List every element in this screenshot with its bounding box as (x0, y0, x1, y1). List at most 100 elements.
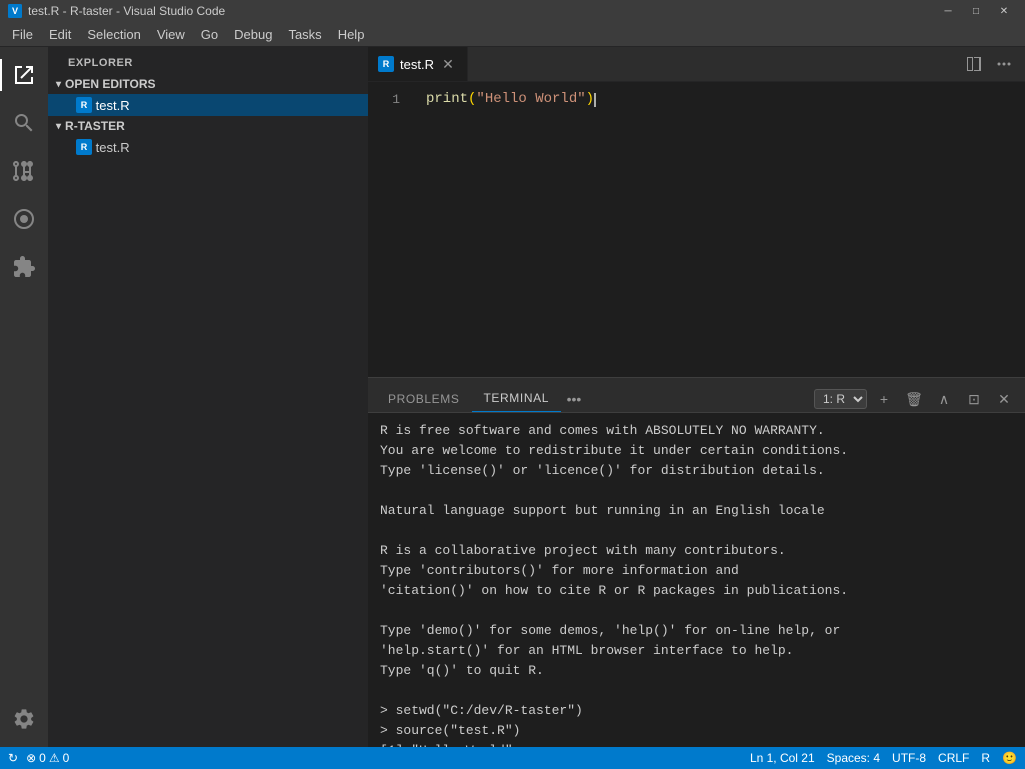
menu-edit[interactable]: Edit (41, 25, 79, 44)
r-taster-section[interactable]: ▾ R-TASTER (48, 116, 368, 136)
terminal-line: Type 'q()' to quit R. (380, 661, 1013, 681)
panel-tabs: PROBLEMS TERMINAL ••• 1: R + 🗑 ∧ ⊡ ✕ (368, 378, 1025, 413)
window-controls: ─ □ ✕ (935, 2, 1017, 20)
terminal-select-dropdown[interactable]: 1: R (814, 389, 867, 409)
code-line-1: print("Hello World") (426, 90, 1025, 109)
warning-count: 0 (63, 751, 70, 765)
new-terminal-button[interactable]: + (871, 386, 897, 412)
terminal-line: You are welcome to redistribute it under… (380, 441, 1013, 461)
status-bar-right: Ln 1, Col 21 Spaces: 4 UTF-8 CRLF R 🙂 (750, 751, 1017, 765)
sync-icon: ↻ (8, 751, 18, 765)
menu-selection[interactable]: Selection (79, 25, 148, 44)
open-editors-label: OPEN EDITORS (65, 77, 155, 91)
terminal-line: 'citation()' on how to cite R or R packa… (380, 581, 1013, 601)
terminal-line: > source("test.R") (380, 721, 1013, 741)
r-taster-file-icon: R (76, 139, 92, 155)
status-bar: ↻ ⊗ 0 ⚠ 0 Ln 1, Col 21 Spaces: 4 UTF-8 C… (0, 747, 1025, 769)
tab-label: test.R (400, 57, 434, 72)
menu-view[interactable]: View (149, 25, 193, 44)
tab-file-icon: R (378, 56, 394, 72)
sidebar-header: EXPLORER (48, 47, 368, 74)
position-status[interactable]: Ln 1, Col 21 (750, 751, 815, 765)
r-file-icon: R (76, 97, 92, 113)
menu-tasks[interactable]: Tasks (280, 25, 329, 44)
terminal-line (380, 521, 1013, 541)
error-icon: ⊗ (26, 751, 36, 765)
menu-debug[interactable]: Debug (226, 25, 280, 44)
panel-tab-actions: 1: R + 🗑 ∧ ⊡ ✕ (810, 386, 1017, 412)
open-editors-file-test-r[interactable]: R test.R (48, 94, 368, 116)
panel-more-button[interactable]: ••• (561, 386, 587, 412)
code-editor[interactable]: 1 print("Hello World") (368, 82, 1025, 377)
tab-bar: R test.R ✕ (368, 47, 1025, 82)
terminal-line: > setwd("C:/dev/R-taster") (380, 701, 1013, 721)
terminal-content[interactable]: R is free software and comes with ABSOLU… (368, 413, 1025, 747)
more-actions-button[interactable] (991, 51, 1017, 77)
warning-icon: ⚠ (49, 751, 60, 765)
source-control-activity-icon[interactable] (0, 147, 48, 195)
panel: PROBLEMS TERMINAL ••• 1: R + 🗑 ∧ ⊡ ✕ (368, 377, 1025, 747)
terminal-line (380, 481, 1013, 501)
debug-activity-icon[interactable] (0, 195, 48, 243)
terminal-line: Type 'contributors()' for more informati… (380, 561, 1013, 581)
terminal-line: 'help.start()' for an HTML browser inter… (380, 641, 1013, 661)
minimize-button[interactable]: ─ (935, 2, 961, 20)
kill-terminal-button[interactable]: 🗑 (901, 386, 927, 412)
title-bar: V test.R - R-taster - Visual Studio Code… (0, 0, 1025, 22)
code-content[interactable]: print("Hello World") (418, 82, 1025, 377)
open-editors-file-name: test.R (96, 98, 130, 113)
line-number-1: 1 (368, 90, 408, 109)
terminal-line: Type 'demo()' for some demos, 'help()' f… (380, 621, 1013, 641)
search-activity-icon[interactable] (0, 99, 48, 147)
text-cursor (594, 93, 596, 107)
close-button[interactable]: ✕ (991, 2, 1017, 20)
maximize-panel-button[interactable]: ⊡ (961, 386, 987, 412)
code-token-string: "Hello World" (476, 90, 585, 109)
spaces-status[interactable]: Spaces: 4 (827, 751, 880, 765)
r-taster-chevron: ▾ (56, 121, 61, 132)
maximize-button[interactable]: □ (963, 2, 989, 20)
language-status[interactable]: R (981, 751, 990, 765)
terminal-tab[interactable]: TERMINAL (472, 385, 561, 412)
code-token-open-paren: ( (468, 90, 476, 109)
menu-file[interactable]: File (4, 25, 41, 44)
sync-status[interactable]: ↻ (8, 751, 18, 765)
editor-tab-test-r[interactable]: R test.R ✕ (368, 47, 468, 81)
open-editors-chevron: ▾ (56, 79, 61, 90)
tab-actions (961, 47, 1017, 81)
smiley-status[interactable]: 🙂 (1002, 751, 1017, 765)
errors-status[interactable]: ⊗ 0 ⚠ 0 (26, 751, 69, 765)
error-count: 0 (39, 751, 46, 765)
scroll-up-button[interactable]: ∧ (931, 386, 957, 412)
line-ending-status[interactable]: CRLF (938, 751, 969, 765)
menu-bar: File Edit Selection View Go Debug Tasks … (0, 22, 1025, 47)
svg-text:V: V (12, 6, 18, 16)
vscode-logo: V (8, 4, 22, 18)
settings-activity-icon[interactable] (0, 699, 48, 747)
terminal-line (380, 601, 1013, 621)
r-taster-label: R-TASTER (65, 119, 125, 133)
explorer-activity-icon[interactable] (0, 51, 48, 99)
extensions-activity-icon[interactable] (0, 243, 48, 291)
terminal-line: R is free software and comes with ABSOLU… (380, 421, 1013, 441)
main-layout: EXPLORER ▾ OPEN EDITORS R test.R ▾ R-TAS… (0, 47, 1025, 747)
problems-tab[interactable]: PROBLEMS (376, 386, 472, 412)
open-editors-section[interactable]: ▾ OPEN EDITORS (48, 74, 368, 94)
r-taster-file-name: test.R (96, 140, 130, 155)
encoding-status[interactable]: UTF-8 (892, 751, 926, 765)
r-taster-file-test-r[interactable]: R test.R (48, 136, 368, 158)
code-token-print: print (426, 90, 468, 109)
menu-help[interactable]: Help (330, 25, 373, 44)
code-token-close-paren: ) (586, 90, 594, 109)
status-bar-left: ↻ ⊗ 0 ⚠ 0 (8, 751, 69, 765)
activity-bar (0, 47, 48, 747)
terminal-line: R is a collaborative project with many c… (380, 541, 1013, 561)
title-text: test.R - R-taster - Visual Studio Code (28, 4, 935, 18)
tab-close-button[interactable]: ✕ (440, 56, 456, 72)
close-panel-button[interactable]: ✕ (991, 386, 1017, 412)
menu-go[interactable]: Go (193, 25, 226, 44)
terminal-line: Type 'license()' or 'licence()' for dist… (380, 461, 1013, 481)
line-numbers: 1 (368, 82, 418, 377)
terminal-line (380, 681, 1013, 701)
split-editor-button[interactable] (961, 51, 987, 77)
